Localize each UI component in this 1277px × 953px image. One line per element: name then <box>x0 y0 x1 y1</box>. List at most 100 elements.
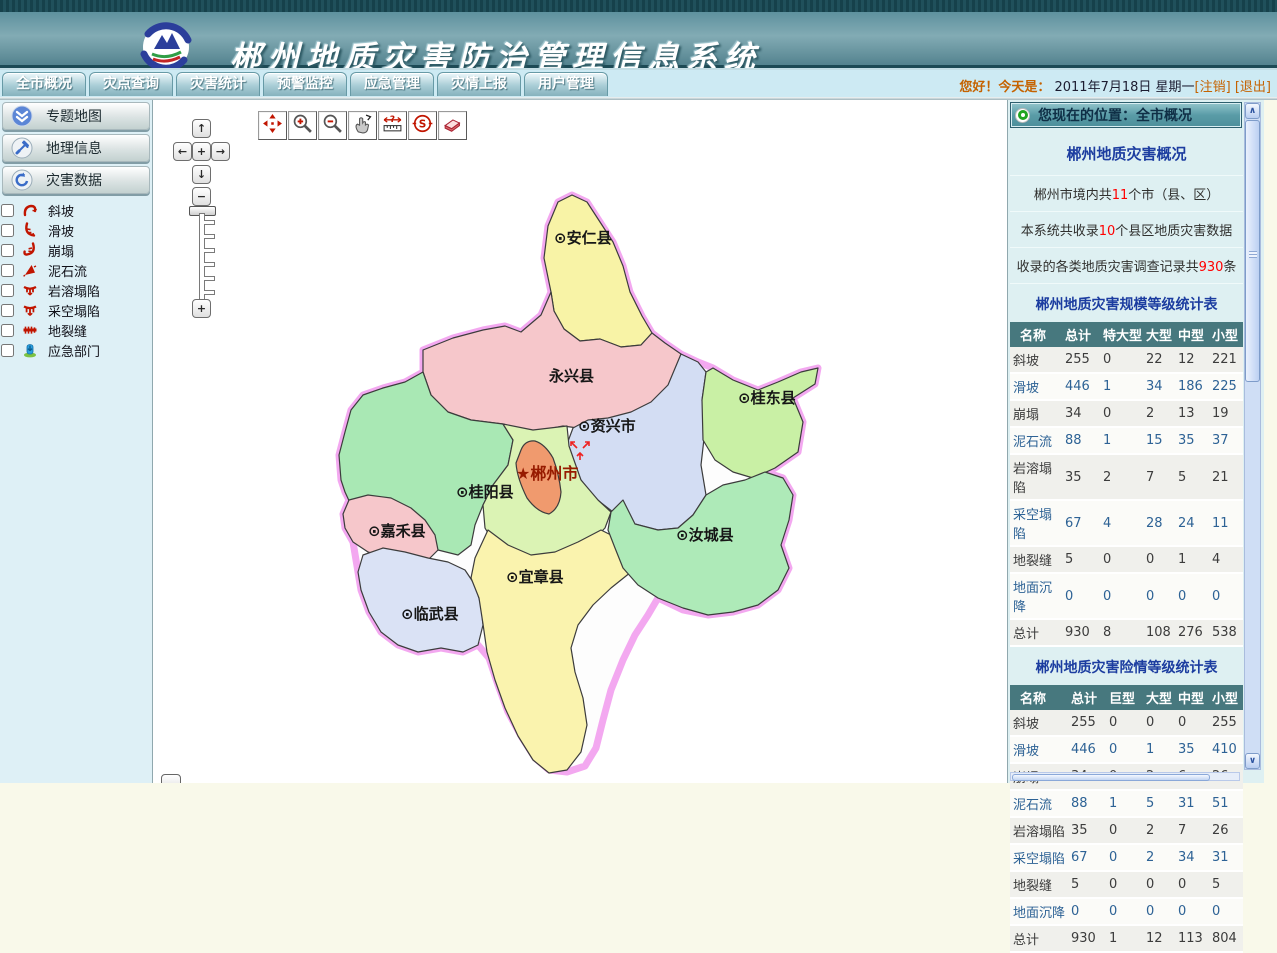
app-logo-icon <box>140 21 192 77</box>
map-label-linwu: ⊙临武县 <box>401 605 459 623</box>
sidebar-section-label: 专题地图 <box>46 106 102 126</box>
horizontal-scroll-thumb[interactable] <box>1012 774 1210 781</box>
table-header-cell: 名称 <box>1010 685 1068 710</box>
table-cell: 88 <box>1062 427 1100 454</box>
sidebar-section-3[interactable]: 灾害数据 <box>2 166 150 194</box>
table-header-cell: 总计 <box>1068 685 1106 710</box>
layer-checkbox[interactable] <box>1 284 14 297</box>
zoom-out-button[interactable] <box>318 111 347 140</box>
pan-up-button[interactable]: ↑ <box>192 119 211 138</box>
table-cell: 地裂缝 <box>1010 546 1062 573</box>
zoom-in-button[interactable] <box>288 111 317 140</box>
nav-tab-3[interactable]: 灾害统计 <box>176 72 260 96</box>
double-chevron-down-icon <box>11 105 33 127</box>
map-region-guidong[interactable] <box>702 368 818 478</box>
pan-center-button[interactable]: + <box>192 142 211 161</box>
scroll-down-button[interactable]: ∨ <box>1245 753 1260 769</box>
pan-button[interactable] <box>258 111 287 140</box>
layer-label: 应急部门 <box>48 341 100 360</box>
table-cell: 35 <box>1175 736 1209 763</box>
partial-map-button[interactable] <box>161 774 181 783</box>
table-cell: 930 <box>1068 925 1106 952</box>
highlight-number: 11 <box>1112 188 1129 203</box>
svg-text:S: S <box>419 118 427 130</box>
zoom-slider-plus-button[interactable]: + <box>192 299 211 318</box>
layer-label: 泥石流 <box>48 261 87 280</box>
layer-checkbox[interactable] <box>1 264 14 277</box>
highlight-number: 930 <box>1199 260 1224 275</box>
table-header-cell: 中型 <box>1175 322 1209 347</box>
zoom-slider-tick <box>204 248 215 253</box>
logout-link[interactable]: [注销] <box>1195 80 1231 95</box>
scroll-up-button[interactable]: ∧ <box>1245 103 1260 119</box>
pan-right-button[interactable]: → <box>211 142 230 161</box>
nav-tab-6[interactable]: 灾情上报 <box>437 72 521 96</box>
layer-checkbox[interactable] <box>1 344 14 357</box>
pan-left-button[interactable]: ← <box>173 142 192 161</box>
table-cell: 地面沉降 <box>1010 573 1062 619</box>
table-cell: 113 <box>1175 925 1209 952</box>
layer-checkbox[interactable] <box>1 244 14 257</box>
tools-icon <box>11 137 33 159</box>
table-cell: 15 <box>1143 427 1175 454</box>
table-row: 泥石流88153151 <box>1010 790 1243 817</box>
vertical-scrollbar[interactable]: ∧ ∨ <box>1244 102 1261 770</box>
layer-item-5: 岩溶塌陷 <box>0 280 152 300</box>
table-cell: 7 <box>1143 454 1175 500</box>
location-bar: 您现在的位置：全市概况 <box>1010 102 1242 128</box>
measure-distance-button[interactable]: ? <box>378 111 407 140</box>
table-cell: 67 <box>1062 500 1100 546</box>
map-canvas[interactable]: ⊙安仁县 永兴县 ⊙资兴市 ⊙桂东县 ⊙桂阳县 ⊙嘉禾县 ⊙临武县 ⊙宜章县 ⊙… <box>153 100 1008 783</box>
panel-content: 郴州地质灾害概况 郴州市境内共11个市（县、区）本系统共收录10个县区地质灾害数… <box>1010 130 1243 953</box>
table-cell: 5 <box>1062 546 1100 573</box>
layer-checkbox[interactable] <box>1 324 14 337</box>
table-cell: 0 <box>1100 573 1143 619</box>
layer-checkbox[interactable] <box>1 304 14 317</box>
sidebar-section-2[interactable]: 地理信息 <box>2 134 150 162</box>
table-row: 地面沉降00000 <box>1010 898 1243 925</box>
table-cell: 1 <box>1143 736 1175 763</box>
table-cell: 1 <box>1106 790 1143 817</box>
zoom-slider-minus-button[interactable]: − <box>192 187 211 206</box>
nav-tab-2[interactable]: 灾点查询 <box>89 72 173 96</box>
statistics-table-1: 名称总计特大型大型中型小型斜坡25502212221滑坡446134186225… <box>1010 322 1243 647</box>
table-cell: 26 <box>1209 817 1243 844</box>
layer-item-7: 地裂缝 <box>0 320 152 340</box>
table-cell: 276 <box>1175 619 1209 646</box>
nav-tab-4[interactable]: 预警监控 <box>263 72 347 96</box>
zoom-slider-tick <box>204 276 215 281</box>
table-cell: 崩塌 <box>1010 400 1062 427</box>
table-cell: 2 <box>1100 454 1143 500</box>
table-cell: 930 <box>1062 619 1100 646</box>
svg-text:?: ? <box>390 115 395 125</box>
eraser-button[interactable] <box>438 111 467 140</box>
zoom-out-icon <box>322 113 343 138</box>
table-cell: 0 <box>1143 573 1175 619</box>
pan-down-button[interactable]: ↓ <box>192 165 211 184</box>
table-cell: 51 <box>1209 790 1243 817</box>
table-cell: 4 <box>1100 500 1143 546</box>
statistics-table-2: 名称总计巨型大型中型小型斜坡255000255滑坡4460135410崩塌340… <box>1010 685 1243 953</box>
exit-link[interactable]: [退出] <box>1235 80 1271 95</box>
pan-hand-button[interactable] <box>348 111 377 140</box>
table-cell: 221 <box>1209 347 1243 373</box>
table-header-cell: 中型 <box>1175 685 1209 710</box>
nav-tab-5[interactable]: 应急管理 <box>350 72 434 96</box>
pan-hand-icon <box>352 113 373 138</box>
table-cell: 34 <box>1143 373 1175 400</box>
table-cell: 5 <box>1209 871 1243 898</box>
horizontal-scrollbar[interactable] <box>1010 772 1240 781</box>
scroll-thumb[interactable] <box>1245 120 1260 382</box>
table-cell: 1 <box>1100 427 1143 454</box>
nav-tab-1[interactable]: 全市概况 <box>2 72 86 96</box>
table-cell: 0 <box>1068 898 1106 925</box>
table-header-cell: 小型 <box>1209 685 1243 710</box>
nav-tab-7[interactable]: 用户管理 <box>524 72 608 96</box>
layer-checkbox[interactable] <box>1 224 14 237</box>
scale-button[interactable]: S <box>408 111 437 140</box>
table-row: 总计9308108276538 <box>1010 619 1243 646</box>
sidebar-section-1[interactable]: 专题地图 <box>2 102 150 130</box>
layer-checkbox[interactable] <box>1 204 14 217</box>
measure-distance-icon: ? <box>382 113 403 138</box>
table1-title: 郴州地质灾害规模等级统计表 <box>1010 284 1243 322</box>
